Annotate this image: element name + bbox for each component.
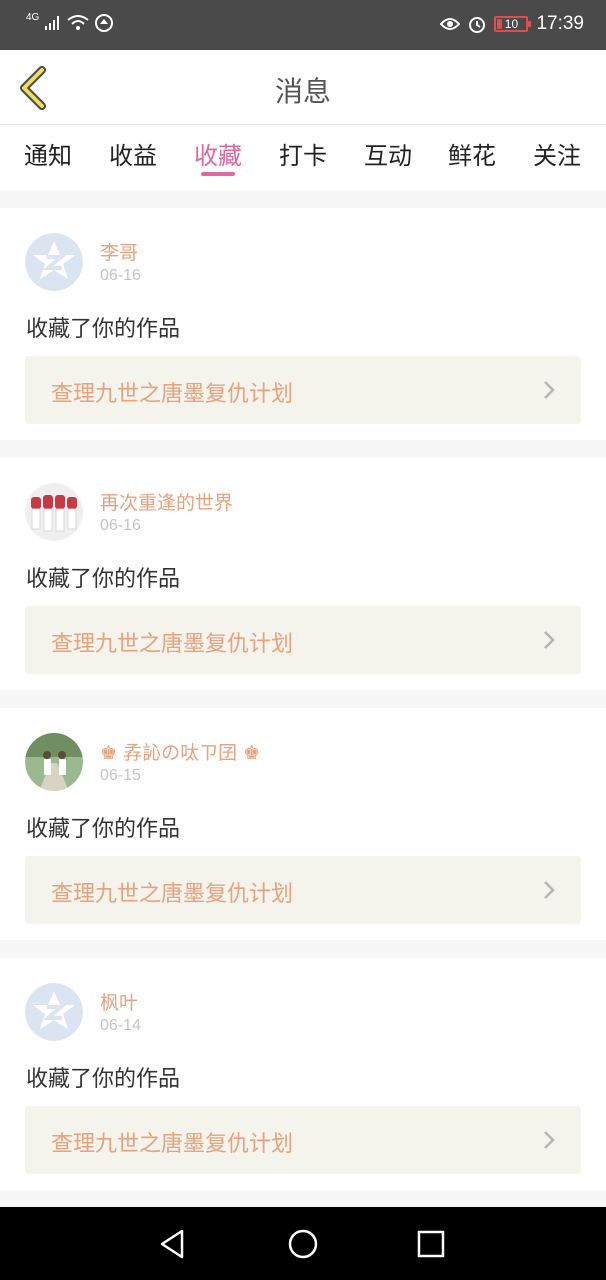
work-title: 查理九世之唐墨复仇计划 bbox=[51, 382, 294, 407]
network-label: 4G bbox=[26, 11, 40, 23]
action-text: 收藏了你的作品 bbox=[26, 317, 181, 342]
username[interactable]: 再次重逢的世界 bbox=[100, 488, 233, 515]
tab-follow[interactable]: 关注 bbox=[533, 136, 581, 171]
date: 06-16 bbox=[100, 517, 141, 534]
photo-avatar-icon bbox=[25, 733, 83, 791]
wifi-icon bbox=[67, 15, 89, 30]
list-item: 枫叶 06-14 收藏了你的作品 查理九世之唐墨复仇计划 bbox=[0, 958, 606, 1190]
divider bbox=[0, 690, 606, 708]
message-list: 李哥 06-16 收藏了你的作品 查理九世之唐墨复仇计划 再次重逢的世界 06-… bbox=[0, 190, 606, 1208]
action-text: 收藏了你的作品 bbox=[26, 817, 181, 842]
divider bbox=[0, 190, 606, 208]
work-link[interactable]: 查理九世之唐墨复仇计划 bbox=[25, 1106, 581, 1174]
work-title: 查理九世之唐墨复仇计划 bbox=[51, 1132, 294, 1157]
username[interactable]: ♚ 孨訫の呔ㄗ囝 ♚ bbox=[100, 738, 260, 765]
status-time: 17:39 bbox=[536, 13, 584, 34]
work-link[interactable]: 查理九世之唐墨复仇计划 bbox=[25, 856, 581, 924]
default-avatar-icon bbox=[25, 983, 83, 1041]
username[interactable]: 李哥 bbox=[100, 238, 138, 265]
avatar[interactable] bbox=[25, 233, 83, 291]
photo-avatar-icon bbox=[25, 483, 83, 541]
divider bbox=[0, 940, 606, 958]
tab-flowers[interactable]: 鲜花 bbox=[448, 136, 496, 171]
avatar[interactable] bbox=[25, 483, 83, 541]
list-item: 李哥 06-16 收藏了你的作品 查理九世之唐墨复仇计划 bbox=[0, 208, 606, 440]
divider bbox=[0, 1190, 606, 1208]
tab-bar: 通知 收益 收藏 打卡 互动 鲜花 关注 bbox=[0, 126, 606, 190]
tab-notice[interactable]: 通知 bbox=[24, 136, 72, 171]
recents-square-icon[interactable] bbox=[414, 1227, 448, 1261]
action-text: 收藏了你的作品 bbox=[26, 567, 181, 592]
date: 06-16 bbox=[100, 267, 141, 284]
divider bbox=[0, 440, 606, 458]
status-bar: 4G 10 17:39 bbox=[0, 0, 606, 50]
tab-earnings[interactable]: 收益 bbox=[109, 136, 157, 171]
work-title: 查理九世之唐墨复仇计划 bbox=[51, 882, 294, 907]
system-nav-bar bbox=[0, 1207, 606, 1280]
work-link[interactable]: 查理九世之唐墨复仇计划 bbox=[25, 356, 581, 424]
username[interactable]: 枫叶 bbox=[100, 988, 138, 1015]
status-right: 10 17:39 bbox=[440, 13, 584, 35]
header: 消息 bbox=[0, 50, 606, 125]
avatar[interactable] bbox=[25, 983, 83, 1041]
chevron-right-icon bbox=[544, 381, 555, 399]
tab-checkin[interactable]: 打卡 bbox=[279, 136, 327, 171]
status-left: 4G bbox=[26, 11, 114, 32]
list-item: ♚ 孨訫の呔ㄗ囝 ♚ 06-15 收藏了你的作品 查理九世之唐墨复仇计划 bbox=[0, 708, 606, 940]
back-triangle-icon[interactable] bbox=[156, 1227, 190, 1261]
eye-icon bbox=[440, 18, 461, 30]
date: 06-14 bbox=[100, 1017, 141, 1034]
battery-level: 10 bbox=[504, 17, 519, 31]
notification-app-icon bbox=[95, 14, 114, 32]
work-link[interactable]: 查理九世之唐墨复仇计划 bbox=[25, 606, 581, 674]
chevron-right-icon bbox=[544, 1131, 555, 1149]
work-title: 查理九世之唐墨复仇计划 bbox=[51, 632, 294, 657]
page-title: 消息 bbox=[274, 75, 331, 108]
chevron-right-icon bbox=[544, 881, 555, 899]
avatar[interactable] bbox=[25, 733, 83, 791]
list-item: 再次重逢的世界 06-16 收藏了你的作品 查理九世之唐墨复仇计划 bbox=[0, 458, 606, 690]
tab-interaction[interactable]: 互动 bbox=[364, 136, 412, 171]
home-circle-icon[interactable] bbox=[286, 1227, 320, 1261]
active-tab-indicator bbox=[201, 172, 235, 176]
signal-icon bbox=[45, 16, 60, 30]
battery-icon: 10 bbox=[494, 16, 532, 32]
action-text: 收藏了你的作品 bbox=[26, 1067, 181, 1092]
date: 06-15 bbox=[100, 767, 141, 784]
alarm-icon bbox=[469, 17, 486, 33]
chevron-right-icon bbox=[544, 631, 555, 649]
default-avatar-icon bbox=[25, 233, 83, 291]
tab-favorites[interactable]: 收藏 bbox=[194, 136, 242, 171]
